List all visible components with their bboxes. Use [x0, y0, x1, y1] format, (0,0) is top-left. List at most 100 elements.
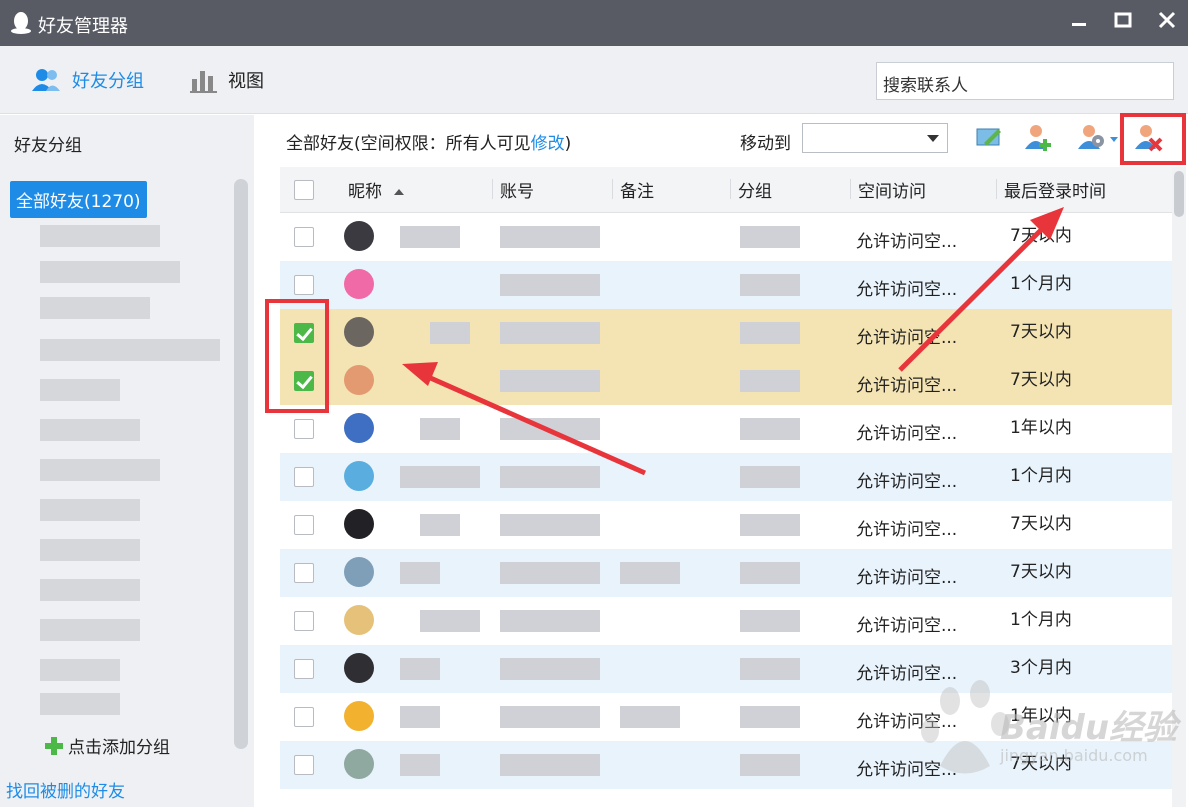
annotation-box-checkboxes	[265, 299, 329, 413]
row-checkbox[interactable]	[294, 467, 314, 487]
maximize-button[interactable]	[1110, 10, 1136, 36]
space-access-cell: 允许访问空...	[856, 616, 958, 636]
row-checkbox[interactable]	[294, 755, 314, 775]
qq-penguin-icon	[11, 12, 31, 34]
edit-card-icon	[976, 128, 1001, 146]
last-login-cell: 1个月内	[1010, 274, 1072, 294]
friend-avatar	[344, 221, 374, 251]
friend-avatar	[344, 461, 374, 491]
column-nickname-label: 昵称	[348, 182, 382, 202]
blurred-group[interactable]	[40, 693, 120, 715]
blurred-group[interactable]	[40, 579, 140, 601]
row-checkbox[interactable]	[294, 515, 314, 535]
select-all-checkbox[interactable]	[294, 180, 314, 200]
close-button[interactable]	[1154, 10, 1180, 36]
add-friend-button[interactable]	[1024, 123, 1058, 155]
view-tab-label: 视图	[228, 71, 264, 92]
blurred-cell	[620, 706, 680, 728]
column-account[interactable]: 账号	[492, 177, 534, 202]
blurred-cell	[400, 562, 440, 584]
friend-group-tab[interactable]: 好友分组	[30, 66, 144, 94]
blurred-cell	[500, 754, 600, 776]
table-row[interactable]: 允许访问空... 1个月内	[280, 261, 1172, 309]
last-login-cell: 1年以内	[1010, 418, 1072, 438]
last-login-cell: 1个月内	[1010, 610, 1072, 630]
blurred-cell	[400, 226, 460, 248]
crumb-prefix: 全部好友(空间权限：所有人可见	[286, 134, 531, 154]
blurred-group[interactable]	[40, 619, 140, 641]
blurred-cell	[500, 466, 600, 488]
minimize-icon	[1072, 23, 1086, 26]
green-plus-icon	[45, 736, 63, 755]
column-last-login[interactable]: 最后登录时间	[996, 177, 1106, 202]
blurred-cell	[740, 514, 800, 536]
blurred-cell	[500, 658, 600, 680]
scrollbar-thumb[interactable]	[1174, 171, 1184, 217]
table-header: 昵称 账号 备注 分组 空间访问 最后登录时间	[280, 167, 1172, 213]
sidebar-scrollbar[interactable]	[234, 179, 248, 749]
blurred-cell	[740, 754, 800, 776]
row-checkbox[interactable]	[294, 275, 314, 295]
crumb-suffix: )	[564, 134, 572, 154]
table-row[interactable]: 允许访问空... 1年以内	[280, 405, 1172, 453]
add-user-icon	[1025, 125, 1051, 151]
friend-options-dropdown[interactable]	[1078, 123, 1122, 155]
table-row[interactable]: 允许访问空... 7天以内	[280, 309, 1172, 357]
modify-permission-link[interactable]: 修改	[531, 134, 565, 154]
friend-avatar	[344, 605, 374, 635]
row-checkbox[interactable]	[294, 659, 314, 679]
column-nickname[interactable]: 昵称	[348, 177, 405, 202]
blurred-group[interactable]	[40, 659, 120, 681]
annotation-box-delete	[1120, 113, 1186, 165]
blurred-group[interactable]	[40, 379, 120, 401]
blurred-group[interactable]	[40, 261, 180, 283]
table-row[interactable]: 允许访问空... 7天以内	[280, 357, 1172, 405]
blurred-group[interactable]	[40, 419, 140, 441]
blurred-cell	[420, 418, 460, 440]
blurred-cell	[500, 226, 600, 248]
title-bar: 好友管理器	[0, 0, 1188, 46]
space-access-cell: 允许访问空...	[856, 424, 958, 444]
row-checkbox[interactable]	[294, 419, 314, 439]
blurred-group[interactable]	[40, 459, 160, 481]
blurred-group[interactable]	[40, 339, 220, 361]
blurred-cell	[420, 610, 480, 632]
row-checkbox[interactable]	[294, 563, 314, 583]
edit-remark-button[interactable]	[974, 123, 1008, 155]
watermark-brand: Baidu经验	[1000, 708, 1178, 748]
sidebar-item-all-friends[interactable]: 全部好友(1270)	[10, 181, 147, 218]
chevron-down-icon	[927, 135, 939, 142]
column-group[interactable]: 分组	[730, 177, 772, 202]
blurred-cell	[500, 514, 600, 536]
row-checkbox[interactable]	[294, 227, 314, 247]
blurred-group[interactable]	[40, 297, 150, 319]
table-row[interactable]: 允许访问空... 7天以内	[280, 213, 1172, 261]
space-access-cell: 允许访问空...	[856, 280, 958, 300]
friend-avatar	[344, 365, 374, 395]
add-group-label: 点击添加分组	[68, 738, 170, 758]
blurred-cell	[740, 418, 800, 440]
row-checkbox[interactable]	[294, 611, 314, 631]
column-remark[interactable]: 备注	[612, 177, 654, 202]
move-to-select[interactable]	[802, 123, 948, 153]
search-input[interactable]: 搜索联系人	[876, 62, 1174, 100]
blurred-group[interactable]	[40, 499, 140, 521]
view-tab[interactable]: 视图	[190, 66, 264, 94]
blurred-group[interactable]	[40, 539, 140, 561]
last-login-cell: 7天以内	[1010, 562, 1072, 582]
blurred-group[interactable]	[40, 225, 160, 247]
friend-avatar	[344, 701, 374, 731]
row-checkbox[interactable]	[294, 707, 314, 727]
table-row[interactable]: 允许访问空... 7天以内	[280, 549, 1172, 597]
window-title: 好友管理器	[38, 16, 128, 37]
table-row[interactable]: 允许访问空... 7天以内	[280, 501, 1172, 549]
friend-avatar	[344, 317, 374, 347]
minimize-button[interactable]	[1066, 10, 1092, 36]
blurred-cell	[400, 658, 440, 680]
recover-deleted-friends-link[interactable]: 找回被删的好友	[6, 777, 125, 802]
add-group-button[interactable]: 点击添加分组	[44, 733, 170, 758]
column-space-access[interactable]: 空间访问	[850, 177, 926, 202]
sort-asc-icon	[394, 189, 405, 195]
table-row[interactable]: 允许访问空... 1个月内	[280, 597, 1172, 645]
table-row[interactable]: 允许访问空... 1个月内	[280, 453, 1172, 501]
